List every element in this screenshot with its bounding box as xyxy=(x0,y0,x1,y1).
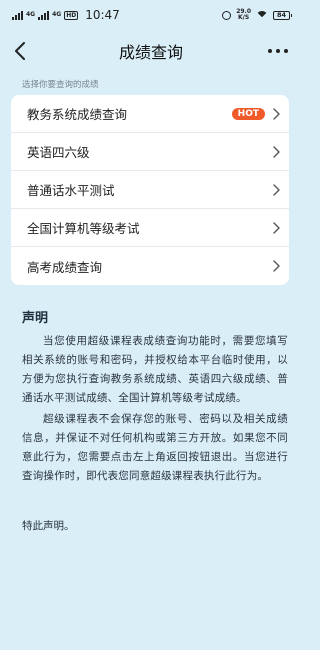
wifi-icon xyxy=(256,10,268,20)
status-bar: 4G 4G HD 10:47 29.0 K/S 84 xyxy=(0,0,300,30)
statement-closing: 特此声明。 xyxy=(22,520,75,532)
chevron-right-icon xyxy=(271,221,281,235)
chevron-right-icon xyxy=(271,107,281,121)
menu-item-label: 教务系统成绩查询 xyxy=(27,107,128,122)
network-speed-unit: K/S xyxy=(238,14,250,21)
statement-title: 声明 xyxy=(22,311,49,326)
menu-item-cet[interactable]: 英语四六级 xyxy=(11,133,289,171)
clock: 10:47 xyxy=(85,8,120,22)
menu-item-computer-exam[interactable]: 全国计算机等级考试 xyxy=(11,209,289,247)
battery-icon: 84 xyxy=(273,10,292,20)
network-type-2: 4G xyxy=(52,11,62,18)
menu-item-label: 普通话水平测试 xyxy=(27,183,115,198)
more-dot xyxy=(267,49,272,53)
statement-paragraph-2: 超级课程表不会保存您的账号、密码以及相关成绩信息，并保证不对任何机构或第三方开放… xyxy=(22,413,288,482)
signal-icon-2 xyxy=(38,10,50,20)
chevron-left-icon xyxy=(15,42,25,60)
score-query-menu: 教务系统成绩查询 HOT 英语四六级 普通话水平测试 全国计算机等级考试 高考成… xyxy=(11,95,289,285)
signal-icon xyxy=(12,10,23,20)
chevron-right-icon xyxy=(271,259,281,273)
status-left: 4G 4G HD 10:47 xyxy=(12,8,120,22)
network-type-1: 4G xyxy=(26,11,36,18)
hot-badge: HOT xyxy=(231,107,265,120)
menu-item-academic-scores[interactable]: 教务系统成绩查询 HOT xyxy=(11,95,289,133)
status-right: 29.0 K/S 84 xyxy=(222,9,292,21)
more-dot xyxy=(283,49,288,53)
menu-item-label: 英语四六级 xyxy=(27,145,90,160)
hd-badge: HD xyxy=(64,10,79,20)
menu-item-label: 全国计算机等级考试 xyxy=(27,221,140,236)
chevron-right-icon xyxy=(271,183,281,197)
nav-bar: 成绩查询 xyxy=(0,30,300,72)
menu-item-mandarin-test[interactable]: 普通话水平测试 xyxy=(11,171,289,209)
statement-paragraph-1: 当您使用超级课程表成绩查询功能时，需要您填写相关系统的账号和密码，并授权给本平台… xyxy=(22,335,288,404)
more-button[interactable] xyxy=(264,49,288,53)
back-button[interactable] xyxy=(14,39,38,63)
chevron-right-icon xyxy=(271,145,281,159)
more-dot xyxy=(275,49,280,53)
menu-item-gaokao[interactable]: 高考成绩查询 xyxy=(11,247,289,285)
menu-item-label: 高考成绩查询 xyxy=(27,259,103,275)
page-title: 成绩查询 xyxy=(118,43,183,62)
network-speed: 29.0 K/S xyxy=(236,9,251,21)
section-hint: 选择你要查询的成绩 xyxy=(22,80,99,90)
statement-section: 声明 当您使用超级课程表成绩查询功能时，需要您填写相关系统的账号和密码，并授权给… xyxy=(22,307,288,533)
alarm-icon xyxy=(222,10,232,20)
